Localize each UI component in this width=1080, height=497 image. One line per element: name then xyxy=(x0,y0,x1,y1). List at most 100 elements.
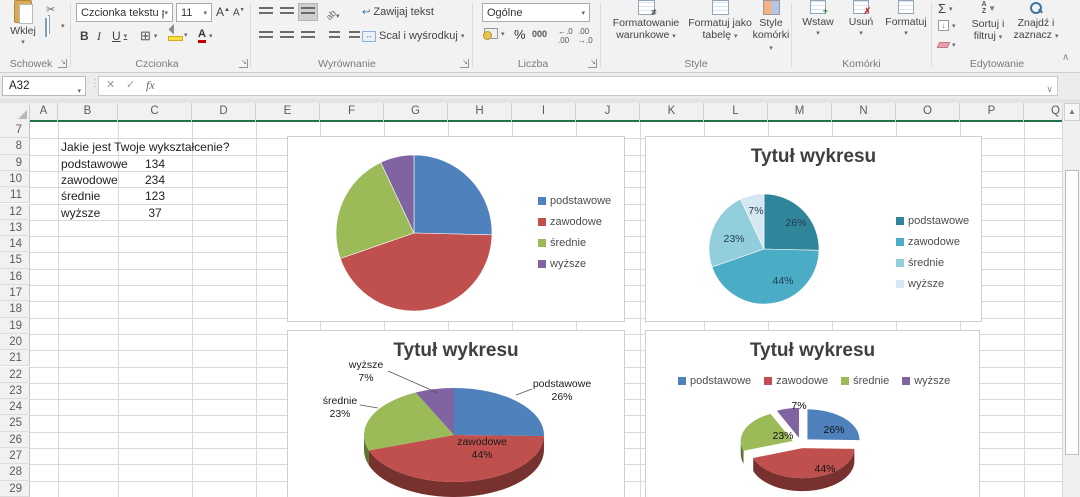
align-right-button[interactable] xyxy=(298,27,318,45)
font-color-button[interactable]: A▾ xyxy=(198,29,212,43)
copy-button[interactable]: ▾ xyxy=(45,19,47,37)
alignment-dialog-launcher[interactable]: ↘ xyxy=(460,59,469,68)
insert-cells-button[interactable]: + Wstaw ▾ xyxy=(797,0,839,40)
decrease-indent-button[interactable] xyxy=(324,27,344,45)
find-select-button[interactable]: Znajdź i zaznacz ▾ xyxy=(1013,1,1059,43)
row-header-17[interactable]: 17 xyxy=(0,285,30,301)
row-header-13[interactable]: 13 xyxy=(0,220,30,236)
legend-item-podstawowe[interactable]: podstawowe xyxy=(538,190,611,211)
cell-C11[interactable]: 123 xyxy=(118,188,192,204)
row-header-28[interactable]: 28 xyxy=(0,464,30,480)
bold-button[interactable]: B xyxy=(80,29,89,43)
cell-B10[interactable]: zawodowe xyxy=(61,172,118,188)
italic-button[interactable]: I xyxy=(97,29,101,44)
column-header-F[interactable]: F xyxy=(320,103,384,122)
row-header-22[interactable]: 22 xyxy=(0,367,30,383)
legend-item-wyższe[interactable]: wyższe xyxy=(896,273,969,294)
paste-dropdown-arrow[interactable]: ▾ xyxy=(4,37,42,49)
column-header-I[interactable]: I xyxy=(512,103,576,122)
clear-button[interactable]: ▾ xyxy=(938,41,956,49)
cell-C10[interactable]: 234 xyxy=(118,172,192,188)
paste-button[interactable]: Wklej ▾ xyxy=(4,0,42,49)
pie-slice-podstawowe[interactable] xyxy=(414,155,492,235)
column-header-Q[interactable]: Q xyxy=(1024,103,1062,122)
legend-item-wyższe[interactable]: wyższe xyxy=(538,253,611,274)
insert-function-icon[interactable]: fx xyxy=(146,78,155,93)
column-header-E[interactable]: E xyxy=(256,103,320,122)
scrollbar-thumb[interactable] xyxy=(1065,170,1079,455)
percent-style-button[interactable]: % xyxy=(514,27,526,42)
row-header-12[interactable]: 12 xyxy=(0,204,30,220)
cut-icon[interactable]: ✂ xyxy=(46,3,55,16)
cell-C12[interactable]: 37 xyxy=(118,205,192,221)
column-header-M[interactable]: M xyxy=(768,103,832,122)
column-header-K[interactable]: K xyxy=(640,103,704,122)
chart-pie-flat[interactable]: podstawowezawodoweśredniewyższe xyxy=(287,136,625,322)
column-header-G[interactable]: G xyxy=(384,103,448,122)
increase-indent-button[interactable] xyxy=(344,27,364,45)
fill-color-button[interactable]: ▾ xyxy=(168,28,188,41)
column-header-N[interactable]: N xyxy=(832,103,896,122)
column-header-D[interactable]: D xyxy=(192,103,256,122)
chart-pie-3d[interactable]: Tytuł wykresu wyższe7% średnie23% podsta… xyxy=(287,330,625,497)
legend-item-zawodowe[interactable]: zawodowe xyxy=(538,211,611,232)
name-box[interactable]: A32▾ xyxy=(2,76,86,96)
cell-B8[interactable]: Jakie jest Twoje wykształcenie? xyxy=(61,139,230,155)
align-top-button[interactable] xyxy=(256,3,276,21)
decrease-font-icon[interactable]: A▼ xyxy=(233,7,245,18)
row-header-14[interactable]: 14 xyxy=(0,236,30,252)
legend-item-podstawowe[interactable]: podstawowe xyxy=(896,210,969,231)
orientation-button[interactable]: ab▾ xyxy=(326,5,340,23)
wrap-text-button[interactable]: ↩Zawijaj tekst xyxy=(362,6,434,18)
row-header-7[interactable]: 7 xyxy=(0,122,30,138)
decrease-decimal-button[interactable]: .00→.0 xyxy=(578,27,593,45)
column-header-B[interactable]: B xyxy=(58,103,118,122)
collapse-ribbon-button[interactable]: ∧ xyxy=(1062,52,1069,63)
align-center-button[interactable] xyxy=(277,27,297,45)
number-format-combo[interactable]: Ogólne▾ xyxy=(482,3,590,22)
row-header-8[interactable]: 8 xyxy=(0,138,30,154)
row-header-26[interactable]: 26 xyxy=(0,432,30,448)
row-header-21[interactable]: 21 xyxy=(0,350,30,366)
row-header-11[interactable]: 11 xyxy=(0,187,30,203)
legend-item-średnie[interactable]: średnie xyxy=(896,252,969,273)
number-dialog-launcher[interactable]: ↘ xyxy=(588,59,597,68)
chart-pie-3d-exploded[interactable]: Tytuł wykresu podstawowezawodoweśredniew… xyxy=(645,330,980,497)
enter-icon[interactable]: ✓ xyxy=(126,78,135,91)
legend-item-średnie[interactable]: średnie xyxy=(538,232,611,253)
cell-B12[interactable]: wyższe xyxy=(61,205,100,221)
column-header-P[interactable]: P xyxy=(960,103,1024,122)
column-header-O[interactable]: O xyxy=(896,103,960,122)
row-header-29[interactable]: 29 xyxy=(0,481,30,497)
legend-item-zawodowe[interactable]: zawodowe xyxy=(896,231,969,252)
chart-pie-monochrome[interactable]: Tytuł wykresu 26% 44% 23% 7% podstawowez… xyxy=(645,136,982,322)
autosum-button[interactable]: Σ▾ xyxy=(938,2,953,15)
row-header-23[interactable]: 23 xyxy=(0,383,30,399)
column-header-A[interactable]: A xyxy=(30,103,58,122)
comma-style-button[interactable]: 000 xyxy=(532,29,547,39)
row-header-16[interactable]: 16 xyxy=(0,269,30,285)
row-header-27[interactable]: 27 xyxy=(0,448,30,464)
format-as-table-button[interactable]: Formatuj jako tabelę ▾ xyxy=(688,0,752,43)
row-header-19[interactable]: 19 xyxy=(0,318,30,334)
row-header-15[interactable]: 15 xyxy=(0,252,30,268)
column-header-J[interactable]: J xyxy=(576,103,640,122)
scroll-up-button[interactable]: ▲ xyxy=(1064,103,1080,121)
font-name-combo[interactable]: Czcionka tekstu p▾ xyxy=(76,3,173,22)
column-header-L[interactable]: L xyxy=(704,103,768,122)
conditional-formatting-button[interactable]: ≠ Formatowanie warunkowe ▾ xyxy=(604,0,688,43)
align-middle-button[interactable] xyxy=(277,3,297,21)
font-size-combo[interactable]: 11▾ xyxy=(176,3,212,22)
row-header-10[interactable]: 10 xyxy=(0,171,30,187)
font-dialog-launcher[interactable]: ↘ xyxy=(239,59,248,68)
vertical-scrollbar[interactable]: ▲ xyxy=(1062,103,1080,497)
cancel-icon[interactable]: ✕ xyxy=(106,78,115,91)
row-header-20[interactable]: 20 xyxy=(0,334,30,350)
merge-center-button[interactable]: ↔Scal i wyśrodkuj▾ xyxy=(362,30,464,42)
row-header-25[interactable]: 25 xyxy=(0,415,30,431)
format-cells-button[interactable]: Formatuj ▾ xyxy=(882,0,930,40)
delete-cells-button[interactable]: ✗ Usuń ▾ xyxy=(842,0,880,40)
cell-styles-button[interactable]: Style komórki ▾ xyxy=(750,0,792,55)
row-header-9[interactable]: 9 xyxy=(0,155,30,171)
column-header-H[interactable]: H xyxy=(448,103,512,122)
